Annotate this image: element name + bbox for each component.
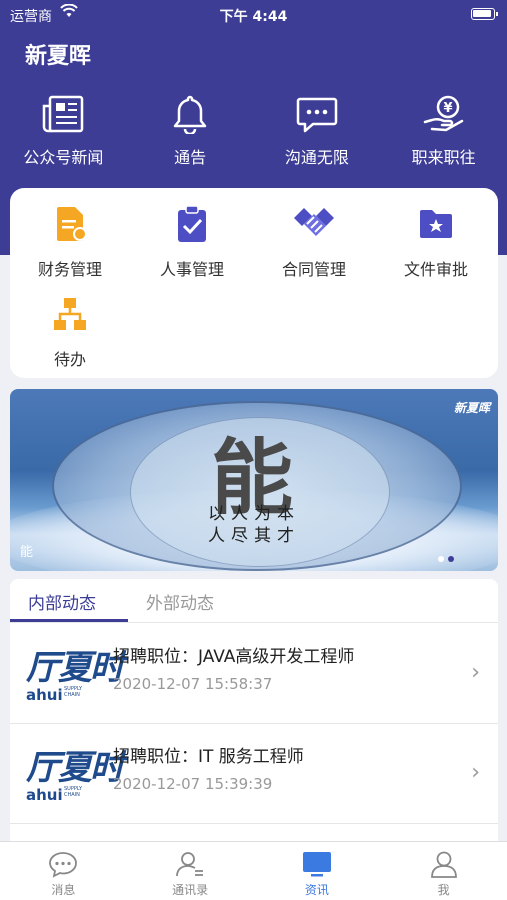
tab-underline <box>10 619 128 622</box>
tab-bar-me[interactable]: 我 <box>380 842 507 900</box>
news-item-date: 2020-12-07 15:58:37 <box>113 675 273 693</box>
news-item[interactable]: 厅夏时 ahui SUPPLY CHAIN 招聘职位：JAVA高级开发工程师 2… <box>10 624 498 724</box>
company-logo-tagline: SUPPLY CHAIN <box>64 686 83 698</box>
top-nav-notice[interactable]: 通告 <box>127 90 254 180</box>
grid-item-contract[interactable]: 合同管理 <box>254 204 374 280</box>
top-nav-chat[interactable]: 沟通无限 <box>254 90 381 180</box>
bottom-tab-bar: 消息 通讯录 资讯 我 <box>0 841 507 900</box>
grid-item-file-approval-label: 文件审批 <box>403 260 468 279</box>
company-logo: 厅夏时 ahui SUPPLY CHAIN <box>24 740 124 810</box>
grid-item-finance[interactable]: 财务管理 <box>10 204 130 280</box>
folder-star-icon <box>420 210 452 238</box>
company-logo: 厅夏时 ahui SUPPLY CHAIN <box>24 640 124 710</box>
monitor-icon <box>302 852 331 877</box>
app-title: 新夏晖 <box>25 44 92 69</box>
company-logo-wordmark: ahui <box>26 786 63 804</box>
news-item[interactable]: 厅夏时 ahui SUPPLY CHAIN 招聘职位：IT 服务工程师 2020… <box>10 724 498 824</box>
news-item-title: 招聘职位：JAVA高级开发工程师 <box>113 647 355 667</box>
company-logo-mark: 厅夏时 <box>26 648 124 688</box>
top-nav-news-label: 公众号新闻 <box>23 148 104 167</box>
news-tabs: 内部动态 外部动态 <box>10 579 498 623</box>
tab-bar-messages[interactable]: 消息 <box>0 842 127 900</box>
company-logo-mark: 厅夏时 <box>26 748 124 788</box>
promo-banner[interactable]: 能 以人为本 人尽其才 新夏晖 能 <box>10 389 498 571</box>
news-item-title: 招聘职位：IT 服务工程师 <box>113 747 304 767</box>
top-nav-notice-label: 通告 <box>174 148 207 167</box>
grid-item-hr-label: 人事管理 <box>159 260 224 279</box>
chat-icon <box>296 97 338 133</box>
grid-item-contract-label: 合同管理 <box>281 260 346 279</box>
tab-external-news[interactable]: 外部动态 <box>146 589 214 614</box>
banner-caption: 能 <box>20 545 34 560</box>
banner-brand-logo: 新夏晖 <box>453 401 490 415</box>
tab-bar-news[interactable]: 资讯 <box>254 842 381 900</box>
chevron-right-icon: › <box>471 660 480 685</box>
grid-item-todo[interactable]: 待办 <box>10 294 130 370</box>
bell-icon <box>173 95 207 134</box>
top-nav-jobs[interactable]: ¥ 职来职往 <box>380 90 507 180</box>
news-item-date: 2020-12-07 15:39:39 <box>113 775 273 793</box>
grid-item-file-approval[interactable]: 文件审批 <box>376 204 496 280</box>
company-logo-tagline: SUPPLY CHAIN <box>64 786 83 798</box>
grid-item-hr[interactable]: 人事管理 <box>132 204 252 280</box>
tab-bar-contacts[interactable]: 通讯录 <box>127 842 254 900</box>
top-nav-news[interactable]: 公众号新闻 <box>0 90 127 180</box>
status-bar: 运营商 下午 4:44 <box>0 0 507 28</box>
chevron-right-icon: › <box>471 760 480 785</box>
grid-item-todo-label: 待办 <box>53 350 86 369</box>
tab-bar-me-label: 我 <box>437 883 450 897</box>
company-logo-wordmark: ahui <box>26 686 63 704</box>
grid-item-finance-label: 财务管理 <box>37 260 102 279</box>
tab-bar-messages-label: 消息 <box>51 883 76 897</box>
top-nav-chat-label: 沟通无限 <box>284 148 349 167</box>
org-chart-icon <box>54 298 86 330</box>
yen-hand-icon: ¥ <box>423 95 463 132</box>
clipboard-check-icon <box>178 205 206 242</box>
contacts-icon <box>176 852 204 877</box>
handshake-icon <box>294 208 334 236</box>
battery-icon <box>471 8 498 20</box>
message-icon <box>49 852 78 878</box>
newspaper-icon <box>43 95 84 133</box>
banner-slogan-2: 人尽其才 <box>208 526 300 546</box>
person-icon <box>430 851 457 878</box>
clock-label: 下午 4:44 <box>219 9 288 25</box>
banner-dot-2[interactable] <box>448 556 454 562</box>
tab-bar-contacts-label: 通讯录 <box>172 883 209 897</box>
news-section: 内部动态 外部动态 厅夏时 ahui SUPPLY CHAIN 招聘职位：JAV… <box>10 579 498 841</box>
top-nav-jobs-label: 职来职往 <box>411 148 476 167</box>
function-grid: 财务管理 人事管理 合同管理 文件审批 待办 <box>10 188 498 378</box>
tab-internal-news[interactable]: 内部动态 <box>28 589 96 614</box>
tab-bar-news-label: 资讯 <box>304 883 329 897</box>
finance-doc-icon <box>57 207 87 241</box>
banner-dot-1[interactable] <box>438 556 444 562</box>
top-nav: 公众号新闻 通告 沟通无限 ¥ 职来职往 <box>0 90 507 180</box>
svg-text:¥: ¥ <box>443 101 452 116</box>
